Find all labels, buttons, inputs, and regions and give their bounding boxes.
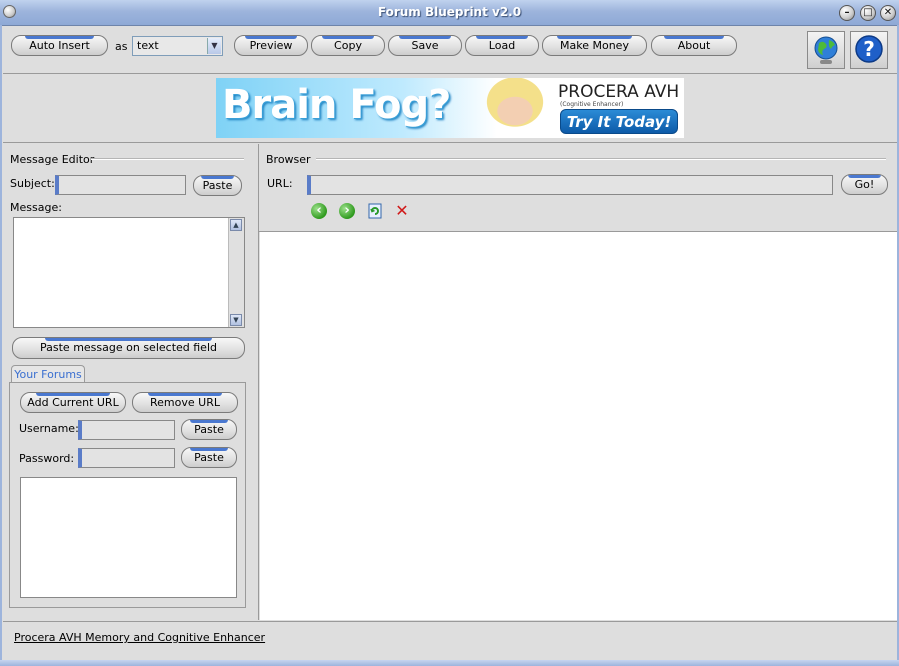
message-editor-title: Message Editor — [10, 153, 95, 166]
tab-your-forums[interactable]: Your Forums — [11, 365, 85, 383]
stop-icon[interactable]: ✕ — [394, 203, 410, 219]
banner-model-image — [474, 78, 556, 138]
subject-paste-button[interactable]: Paste — [193, 175, 242, 196]
scroll-down-icon[interactable]: ▼ — [230, 314, 242, 326]
chevron-down-icon[interactable]: ▼ — [207, 38, 221, 54]
subject-label: Subject: — [10, 177, 55, 190]
format-select-value: text — [137, 39, 159, 52]
refresh-icon[interactable] — [367, 203, 383, 219]
app-window: Forum Blueprint v2.0 – □ ✕ Auto Insert a… — [0, 0, 899, 666]
about-button[interactable]: About — [651, 35, 737, 56]
help-icon: ? — [855, 35, 883, 63]
auto-insert-button[interactable]: Auto Insert — [11, 35, 108, 56]
load-button[interactable]: Load — [465, 35, 539, 56]
go-button[interactable]: Go! — [841, 174, 888, 195]
password-paste-button[interactable]: Paste — [181, 447, 237, 468]
banner-headline: Brain Fog? — [222, 82, 451, 128]
password-input[interactable] — [78, 448, 175, 468]
svg-text:?: ? — [863, 37, 875, 61]
subject-input[interactable] — [55, 175, 186, 195]
format-select[interactable]: text ▼ — [132, 36, 223, 56]
browser-title: Browser — [266, 153, 311, 166]
message-textarea[interactable]: ▲ ▼ — [13, 217, 245, 328]
forums-list[interactable] — [20, 477, 237, 598]
minimize-button[interactable]: – — [839, 5, 855, 21]
remove-url-button[interactable]: Remove URL — [132, 392, 238, 413]
username-paste-button[interactable]: Paste — [181, 419, 237, 440]
title-bar[interactable]: Forum Blueprint v2.0 – □ ✕ — [0, 0, 899, 26]
divider — [316, 158, 886, 160]
browser-view[interactable] — [260, 232, 897, 620]
username-label: Username: — [19, 422, 79, 435]
back-arrow-icon[interactable]: ‹ — [311, 203, 327, 219]
web-button[interactable] — [807, 31, 845, 69]
divider — [91, 158, 244, 160]
window-border-left — [0, 25, 2, 661]
message-label: Message: — [10, 201, 62, 214]
as-label: as — [115, 40, 128, 53]
add-current-url-button[interactable]: Add Current URL — [20, 392, 126, 413]
username-input[interactable] — [78, 420, 175, 440]
banner-cta-button[interactable]: Try It Today! — [560, 109, 678, 134]
preview-button[interactable]: Preview — [234, 35, 308, 56]
procera-link[interactable]: Procera AVH Memory and Cognitive Enhance… — [14, 631, 265, 644]
url-input[interactable] — [307, 175, 833, 195]
ad-banner[interactable]: Brain Fog? PROCERA AVH (Cognitive Enhanc… — [216, 78, 684, 138]
maximize-button[interactable]: □ — [860, 5, 876, 21]
scroll-up-icon[interactable]: ▲ — [230, 219, 242, 231]
window-border-bottom — [0, 660, 899, 666]
forward-arrow-icon[interactable]: › — [339, 203, 355, 219]
window-title: Forum Blueprint v2.0 — [377, 5, 522, 19]
banner-brand: PROCERA AVH — [558, 82, 680, 102]
paste-message-button[interactable]: Paste message on selected field — [12, 337, 245, 359]
message-scrollbar[interactable]: ▲ ▼ — [228, 218, 244, 327]
banner-subtitle: (Cognitive Enhancer) — [560, 101, 624, 108]
copy-button[interactable]: Copy — [311, 35, 385, 56]
password-label: Password: — [19, 452, 75, 465]
url-label: URL: — [267, 177, 293, 190]
globe-icon — [814, 36, 838, 64]
close-button[interactable]: ✕ — [880, 5, 896, 21]
help-button[interactable]: ? — [850, 31, 888, 69]
save-button[interactable]: Save — [388, 35, 462, 56]
make-money-button[interactable]: Make Money — [542, 35, 647, 56]
